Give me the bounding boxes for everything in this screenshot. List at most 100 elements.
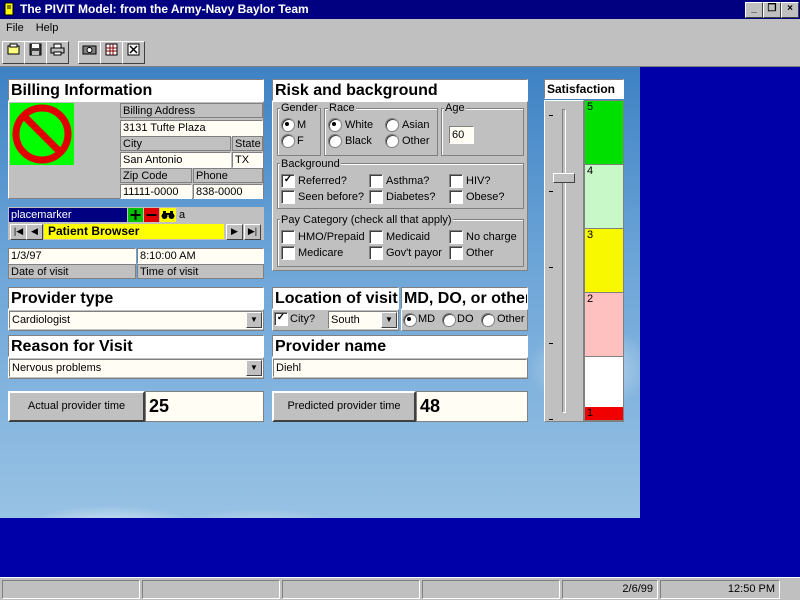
city-field[interactable]: San Antonio (120, 152, 231, 168)
govt-payor-checkbox[interactable] (369, 246, 383, 260)
slider-tick (549, 267, 553, 268)
other-radio[interactable] (481, 313, 495, 327)
billing-address-field[interactable]: 3131 Tufte Plaza (120, 120, 263, 137)
delete-record-icon[interactable] (144, 208, 159, 222)
satisfaction-band-4: 4 (585, 165, 623, 229)
placemarker-field[interactable]: placemarker (9, 208, 127, 222)
slider-tick (549, 343, 553, 344)
patient-browser-label: Patient Browser (44, 224, 224, 239)
binoculars-icon[interactable] (160, 208, 176, 222)
predicted-time-value: 48 (416, 391, 528, 422)
md-label: MD (418, 313, 436, 325)
satisfaction-band-3: 3 (585, 229, 623, 293)
provider-type-select[interactable]: Cardiologist ▼ (9, 311, 263, 329)
visit-time-field[interactable]: 8:10:00 AM (137, 248, 264, 264)
visit-date-field[interactable]: 1/3/97 (8, 248, 136, 264)
chevron-down-icon[interactable]: ▼ (246, 312, 262, 328)
menu-bar: File Help (0, 19, 800, 37)
no-charge-checkbox[interactable] (449, 230, 463, 244)
race-white-radio[interactable] (328, 118, 342, 132)
save-icon[interactable] (24, 41, 47, 64)
last-record-button[interactable]: ▶| (244, 224, 261, 240)
zip-field[interactable]: 11111-0000 (120, 184, 192, 199)
do-radio[interactable] (442, 313, 456, 327)
next-record-button[interactable]: ▶ (226, 224, 243, 240)
other-label: Other (497, 313, 525, 325)
slider-tick (549, 191, 553, 192)
do-label: DO (457, 313, 474, 325)
print-icon[interactable] (46, 41, 69, 64)
md-radio[interactable] (403, 313, 417, 327)
new-icon[interactable] (2, 41, 25, 64)
gender-f-label: F (297, 135, 304, 147)
predicted-time-button[interactable]: Predicted provider time (272, 391, 416, 422)
chevron-down-icon[interactable]: ▼ (381, 312, 397, 328)
window-title: The PIVIT Model: from the Army-Navy Bayl… (20, 2, 309, 16)
provider-type-value: Cardiologist (12, 314, 71, 326)
reason-select[interactable]: Nervous problems ▼ (9, 359, 263, 377)
satisfaction-slider-panel (544, 100, 584, 422)
city-checkbox[interactable]: ✓ (274, 312, 288, 326)
toolbar (0, 37, 800, 67)
risk-header: Risk and background (272, 79, 528, 101)
medicare-label: Medicare (298, 247, 344, 259)
medicaid-checkbox[interactable] (369, 230, 383, 244)
actual-time-value: 25 (145, 391, 264, 422)
gender-m-radio[interactable] (281, 118, 295, 132)
hiv-checkbox[interactable] (449, 174, 463, 188)
obese-checkbox[interactable] (449, 190, 463, 204)
camera-icon[interactable] (78, 41, 101, 64)
diabetes-checkbox[interactable] (369, 190, 383, 204)
minimize-button[interactable]: _ (745, 2, 763, 18)
provider-name-field[interactable]: Diehl (273, 359, 527, 377)
add-record-icon[interactable] (128, 208, 143, 222)
gender-group (277, 108, 321, 156)
location-select[interactable]: South ▼ (328, 311, 398, 329)
gender-label: Gender (280, 102, 319, 114)
pay-category-label: Pay Category (check all that apply) (280, 214, 453, 226)
age-field[interactable]: 60 (449, 126, 474, 144)
race-other-radio[interactable] (385, 134, 399, 148)
race-black-label: Black (345, 135, 372, 147)
actual-time-button[interactable]: Actual provider time (8, 391, 145, 422)
state-label: State (232, 136, 263, 151)
satisfaction-slider-thumb[interactable] (553, 173, 575, 183)
app-icon (4, 2, 14, 16)
slider-track (562, 109, 566, 413)
placemarker-suffix: a (179, 209, 186, 221)
hiv-label: HIV? (466, 175, 491, 187)
asthma-checkbox[interactable] (369, 174, 383, 188)
phone-field[interactable]: 838-0000 (193, 184, 263, 199)
pay-other-checkbox[interactable] (449, 246, 463, 260)
state-field[interactable]: TX (232, 152, 263, 168)
menu-help[interactable]: Help (30, 19, 65, 37)
chevron-down-icon[interactable]: ▼ (246, 360, 262, 376)
race-label: Race (328, 102, 356, 114)
gender-f-radio[interactable] (281, 134, 295, 148)
hmo-label: HMO/Prepaid (298, 231, 365, 243)
race-black-radio[interactable] (328, 134, 342, 148)
medicare-checkbox[interactable] (281, 246, 295, 260)
no-entry-icon (10, 103, 74, 165)
grid-icon[interactable] (100, 41, 123, 64)
maximize-button[interactable]: ❐ (763, 2, 781, 18)
status-pane-1 (2, 580, 140, 599)
reason-header: Reason for Visit (8, 335, 264, 357)
desktop-background (640, 67, 800, 518)
menu-file[interactable]: File (0, 19, 30, 37)
age-label: Age (444, 102, 466, 114)
referred-checkbox[interactable]: ✓ (281, 174, 295, 188)
slider-tick (549, 115, 553, 116)
close-button[interactable]: × (781, 2, 799, 18)
location-value: South (331, 314, 360, 326)
medicaid-label: Medicaid (386, 231, 431, 243)
patient-browser-bar: |◀ ◀ Patient Browser ▶ ▶| (8, 223, 264, 240)
slider-tick (549, 419, 553, 420)
close-x-icon[interactable] (122, 41, 145, 64)
seen-before-checkbox[interactable] (281, 190, 295, 204)
hmo-checkbox[interactable] (281, 230, 295, 244)
provider-name-header: Provider name (272, 335, 528, 357)
first-record-button[interactable]: |◀ (10, 224, 27, 240)
race-asian-radio[interactable] (385, 118, 399, 132)
prev-record-button[interactable]: ◀ (26, 224, 43, 240)
